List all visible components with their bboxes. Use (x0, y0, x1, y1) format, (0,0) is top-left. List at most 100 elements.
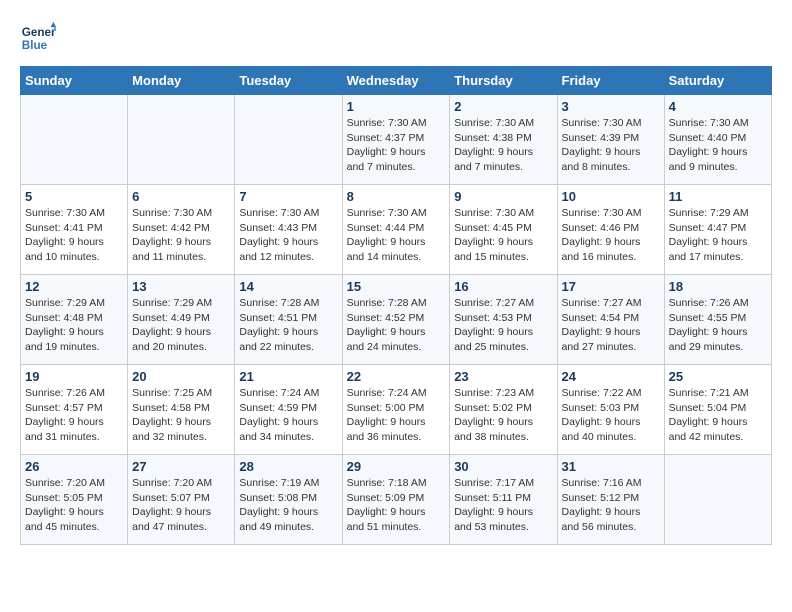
calendar-day-3: 3Sunrise: 7:30 AM Sunset: 4:39 PM Daylig… (557, 95, 664, 185)
calendar-empty-cell (235, 95, 342, 185)
weekday-header-sunday: Sunday (21, 67, 128, 95)
day-info: Sunrise: 7:21 AM Sunset: 5:04 PM Dayligh… (669, 386, 767, 445)
day-number: 4 (669, 99, 767, 114)
calendar-day-24: 24 Sunrise: 7:22 AM Sunset: 5:03 PM Dayli… (557, 365, 664, 455)
calendar-table: SundayMondayTuesdayWednesdayThursdayFrid… (20, 66, 772, 545)
calendar-day-5: 5Sunrise: 7:30 AM Sunset: 4:41 PM Daylig… (21, 185, 128, 275)
day-number: 5 (25, 189, 123, 204)
day-number: 27 (132, 459, 230, 474)
day-info: Sunrise: 7:30 AM Sunset: 4:43 PM Dayligh… (239, 206, 337, 265)
day-info: Sunrise: 7:30 AM Sunset: 4:39 PM Dayligh… (562, 116, 660, 175)
calendar-day-21: 21Sunrise: 7:24 AM Sunset: 4:59 PM Dayli… (235, 365, 342, 455)
calendar-empty-cell (128, 95, 235, 185)
day-number: 13 (132, 279, 230, 294)
calendar-day-26: 26Sunrise: 7:20 AM Sunset: 5:05 PM Dayli… (21, 455, 128, 545)
day-info: Sunrise: 7:18 AM Sunset: 5:09 PM Dayligh… (347, 476, 446, 535)
calendar-day-22: 22 Sunrise: 7:24 AM Sunset: 5:00 PM Dayli… (342, 365, 450, 455)
day-number: 16 (454, 279, 552, 294)
day-number: 30 (454, 459, 552, 474)
day-info: Sunrise: 7:22 AM Sunset: 5:03 PM Dayligh… (562, 386, 660, 445)
day-number: 21 (239, 369, 337, 384)
day-number: 23 (454, 369, 552, 384)
calendar-day-8: 8Sunrise: 7:30 AM Sunset: 4:44 PM Daylig… (342, 185, 450, 275)
calendar-week-row: 19 Sunrise: 7:26 AM Sunset: 4:57 PM Dayli… (21, 365, 772, 455)
page-header: General Blue (20, 20, 772, 56)
day-number: 17 (562, 279, 660, 294)
weekday-header-wednesday: Wednesday (342, 67, 450, 95)
day-info: Sunrise: 7:28 AM Sunset: 4:51 PM Dayligh… (239, 296, 337, 355)
logo: General Blue (20, 20, 56, 56)
calendar-empty-cell (664, 455, 771, 545)
calendar-day-11: 11 Sunrise: 7:29 AM Sunset: 4:47 PM Dayli… (664, 185, 771, 275)
day-number: 9 (454, 189, 552, 204)
day-number: 19 (25, 369, 123, 384)
calendar-week-row: 26Sunrise: 7:20 AM Sunset: 5:05 PM Dayli… (21, 455, 772, 545)
day-info: Sunrise: 7:25 AM Sunset: 4:58 PM Dayligh… (132, 386, 230, 445)
weekday-header-tuesday: Tuesday (235, 67, 342, 95)
day-number: 24 (562, 369, 660, 384)
weekday-header-friday: Friday (557, 67, 664, 95)
day-number: 15 (347, 279, 446, 294)
calendar-week-row: 5Sunrise: 7:30 AM Sunset: 4:41 PM Daylig… (21, 185, 772, 275)
day-number: 11 (669, 189, 767, 204)
day-number: 26 (25, 459, 123, 474)
day-number: 7 (239, 189, 337, 204)
calendar-day-27: 27 Sunrise: 7:20 AM Sunset: 5:07 PM Dayli… (128, 455, 235, 545)
calendar-day-29: 29 Sunrise: 7:18 AM Sunset: 5:09 PM Dayli… (342, 455, 450, 545)
calendar-empty-cell (21, 95, 128, 185)
day-info: Sunrise: 7:27 AM Sunset: 4:53 PM Dayligh… (454, 296, 552, 355)
calendar-day-9: 9 Sunrise: 7:30 AM Sunset: 4:45 PM Daylig… (450, 185, 557, 275)
day-info: Sunrise: 7:16 AM Sunset: 5:12 PM Dayligh… (562, 476, 660, 535)
day-info: Sunrise: 7:30 AM Sunset: 4:38 PM Dayligh… (454, 116, 552, 175)
day-info: Sunrise: 7:27 AM Sunset: 4:54 PM Dayligh… (562, 296, 660, 355)
calendar-day-23: 23Sunrise: 7:23 AM Sunset: 5:02 PM Dayli… (450, 365, 557, 455)
calendar-week-row: 12 Sunrise: 7:29 AM Sunset: 4:48 PM Dayli… (21, 275, 772, 365)
day-number: 2 (454, 99, 552, 114)
logo-icon: General Blue (20, 20, 56, 56)
day-info: Sunrise: 7:30 AM Sunset: 4:44 PM Dayligh… (347, 206, 446, 265)
day-number: 22 (347, 369, 446, 384)
calendar-day-15: 15 Sunrise: 7:28 AM Sunset: 4:52 PM Dayli… (342, 275, 450, 365)
calendar-day-20: 20 Sunrise: 7:25 AM Sunset: 4:58 PM Dayli… (128, 365, 235, 455)
day-info: Sunrise: 7:30 AM Sunset: 4:42 PM Dayligh… (132, 206, 230, 265)
day-number: 31 (562, 459, 660, 474)
calendar-day-4: 4Sunrise: 7:30 AM Sunset: 4:40 PM Daylig… (664, 95, 771, 185)
day-info: Sunrise: 7:29 AM Sunset: 4:49 PM Dayligh… (132, 296, 230, 355)
weekday-header-thursday: Thursday (450, 67, 557, 95)
calendar-day-17: 17 Sunrise: 7:27 AM Sunset: 4:54 PM Dayli… (557, 275, 664, 365)
day-info: Sunrise: 7:30 AM Sunset: 4:45 PM Dayligh… (454, 206, 552, 265)
day-info: Sunrise: 7:30 AM Sunset: 4:37 PM Dayligh… (347, 116, 446, 175)
weekday-header-row: SundayMondayTuesdayWednesdayThursdayFrid… (21, 67, 772, 95)
day-number: 20 (132, 369, 230, 384)
day-number: 18 (669, 279, 767, 294)
day-info: Sunrise: 7:19 AM Sunset: 5:08 PM Dayligh… (239, 476, 337, 535)
calendar-week-row: 1Sunrise: 7:30 AM Sunset: 4:37 PM Daylig… (21, 95, 772, 185)
day-number: 28 (239, 459, 337, 474)
day-info: Sunrise: 7:20 AM Sunset: 5:07 PM Dayligh… (132, 476, 230, 535)
day-info: Sunrise: 7:24 AM Sunset: 5:00 PM Dayligh… (347, 386, 446, 445)
day-number: 10 (562, 189, 660, 204)
calendar-day-16: 16 Sunrise: 7:27 AM Sunset: 4:53 PM Dayli… (450, 275, 557, 365)
day-info: Sunrise: 7:29 AM Sunset: 4:48 PM Dayligh… (25, 296, 123, 355)
calendar-day-25: 25 Sunrise: 7:21 AM Sunset: 5:04 PM Dayli… (664, 365, 771, 455)
svg-text:General: General (22, 26, 56, 39)
day-info: Sunrise: 7:26 AM Sunset: 4:57 PM Dayligh… (25, 386, 123, 445)
svg-text:Blue: Blue (22, 39, 48, 52)
day-number: 12 (25, 279, 123, 294)
day-info: Sunrise: 7:17 AM Sunset: 5:11 PM Dayligh… (454, 476, 552, 535)
calendar-day-14: 14Sunrise: 7:28 AM Sunset: 4:51 PM Dayli… (235, 275, 342, 365)
day-number: 25 (669, 369, 767, 384)
day-number: 29 (347, 459, 446, 474)
weekday-header-saturday: Saturday (664, 67, 771, 95)
calendar-day-10: 10Sunrise: 7:30 AM Sunset: 4:46 PM Dayli… (557, 185, 664, 275)
day-info: Sunrise: 7:26 AM Sunset: 4:55 PM Dayligh… (669, 296, 767, 355)
calendar-day-12: 12 Sunrise: 7:29 AM Sunset: 4:48 PM Dayli… (21, 275, 128, 365)
day-info: Sunrise: 7:29 AM Sunset: 4:47 PM Dayligh… (669, 206, 767, 265)
calendar-day-18: 18 Sunrise: 7:26 AM Sunset: 4:55 PM Dayli… (664, 275, 771, 365)
calendar-day-30: 30 Sunrise: 7:17 AM Sunset: 5:11 PM Dayli… (450, 455, 557, 545)
calendar-day-28: 28 Sunrise: 7:19 AM Sunset: 5:08 PM Dayli… (235, 455, 342, 545)
day-info: Sunrise: 7:28 AM Sunset: 4:52 PM Dayligh… (347, 296, 446, 355)
calendar-day-1: 1Sunrise: 7:30 AM Sunset: 4:37 PM Daylig… (342, 95, 450, 185)
calendar-day-6: 6Sunrise: 7:30 AM Sunset: 4:42 PM Daylig… (128, 185, 235, 275)
calendar-day-2: 2 Sunrise: 7:30 AM Sunset: 4:38 PM Daylig… (450, 95, 557, 185)
